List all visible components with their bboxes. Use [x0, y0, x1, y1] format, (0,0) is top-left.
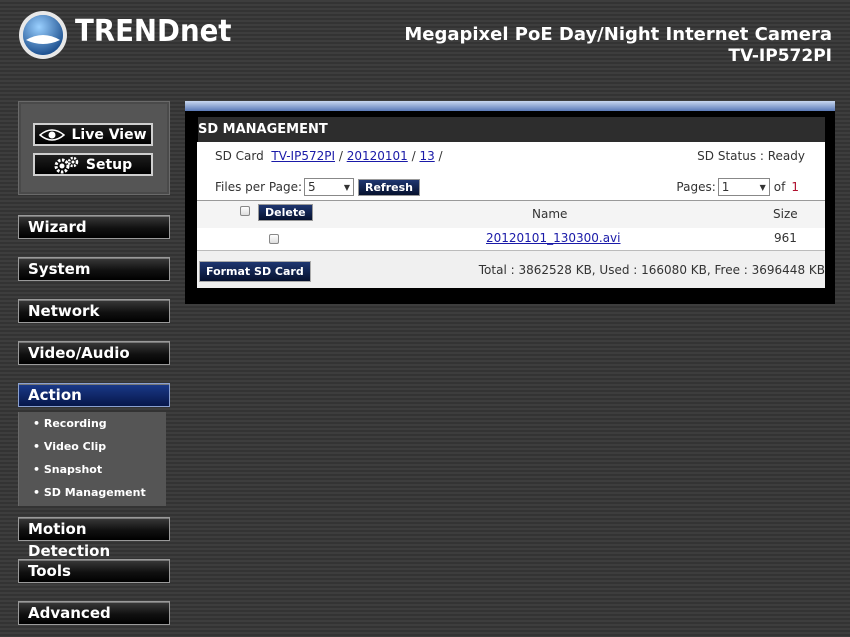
brand-name: TRENDnet	[75, 14, 232, 49]
nav-motion-detection[interactable]: Motion Detection	[18, 517, 170, 560]
submenu-item-snapshot[interactable]: • Snapshot	[33, 463, 102, 476]
table-footer: Format SD Card Total : 3862528 KB, Used …	[197, 250, 825, 288]
pages-total: 1	[791, 180, 799, 194]
action-submenu: • Recording • Video Clip • Snapshot • SD…	[18, 412, 166, 506]
product-title: Megapixel PoE Day/Night Internet Camera	[404, 24, 832, 45]
nav-wizard[interactable]: Wizard	[18, 215, 170, 239]
trendnet-logo: TRENDnet	[18, 8, 258, 64]
logo-globe-icon	[19, 11, 67, 59]
storage-totals: Total : 3862528 KB, Used : 166080 KB, Fr…	[478, 263, 825, 277]
path-label: SD Card	[215, 149, 264, 163]
of-label: of	[773, 180, 786, 194]
files-per-page-control: Files per Page: 5 ▼ Refresh	[215, 178, 420, 196]
product-header: Megapixel PoE Day/Night Internet Camera …	[404, 24, 832, 66]
select-all-checkbox[interactable]	[240, 206, 250, 216]
path-link-date[interactable]: 20120101	[347, 149, 408, 163]
nav-video-audio[interactable]: Video/Audio	[18, 341, 170, 365]
view-mode-panel: Live View Setup	[18, 101, 170, 195]
nav-tools[interactable]: Tools	[18, 559, 170, 583]
files-per-page-select[interactable]: 5 ▼	[304, 178, 354, 196]
pages-label: Pages:	[676, 180, 716, 194]
delete-button[interactable]: Delete	[258, 204, 313, 221]
sd-status: SD Status : Ready	[697, 149, 805, 163]
panel-top-bar	[185, 101, 835, 111]
setup-button[interactable]: Setup	[33, 153, 153, 176]
table-header: Delete Name Size	[197, 200, 825, 229]
file-size: 961	[774, 231, 797, 245]
files-per-page-label: Files per Page:	[215, 180, 302, 194]
nav-system[interactable]: System	[18, 257, 170, 281]
nav-network[interactable]: Network	[18, 299, 170, 323]
page-title: SD MANAGEMENT	[198, 117, 825, 142]
sd-content: SD Card TV-IP572PI / 20120101 / 13 / SD …	[197, 142, 825, 288]
refresh-button[interactable]: Refresh	[358, 178, 420, 196]
column-header-size: Size	[773, 207, 798, 221]
setup-label: Setup	[85, 156, 133, 173]
pages-select[interactable]: 1 ▼	[717, 178, 770, 196]
live-view-button[interactable]: Live View	[33, 123, 153, 146]
dropdown-arrow-icon: ▼	[343, 182, 350, 192]
submenu-item-sd-management[interactable]: • SD Management	[33, 486, 146, 499]
nav-advanced[interactable]: Advanced	[18, 601, 170, 625]
live-view-label: Live View	[71, 126, 147, 143]
pages-value: 1	[721, 180, 730, 194]
pages-control: Pages: 1 ▼ of 1	[676, 178, 799, 196]
eye-icon	[39, 128, 66, 141]
submenu-item-video-clip[interactable]: • Video Clip	[33, 440, 106, 453]
files-per-page-value: 5	[308, 180, 316, 194]
file-link[interactable]: 20120101_130300.avi	[486, 231, 621, 245]
model-name: TV-IP572PI	[728, 46, 832, 66]
gear-icon	[54, 156, 79, 173]
path-link-camera[interactable]: TV-IP572PI	[271, 149, 335, 163]
submenu-item-recording[interactable]: • Recording	[33, 417, 107, 430]
dropdown-arrow-icon: ▼	[759, 182, 766, 192]
column-header-name: Name	[532, 207, 568, 221]
nav-action[interactable]: Action	[18, 383, 170, 407]
breadcrumb: SD Card TV-IP572PI / 20120101 / 13 /	[215, 149, 443, 163]
row-checkbox[interactable]	[269, 234, 279, 244]
format-sd-card-button[interactable]: Format SD Card	[199, 261, 311, 282]
path-link-hour[interactable]: 13	[419, 149, 434, 163]
table-row: 20120101_130300.avi 961	[197, 228, 825, 250]
